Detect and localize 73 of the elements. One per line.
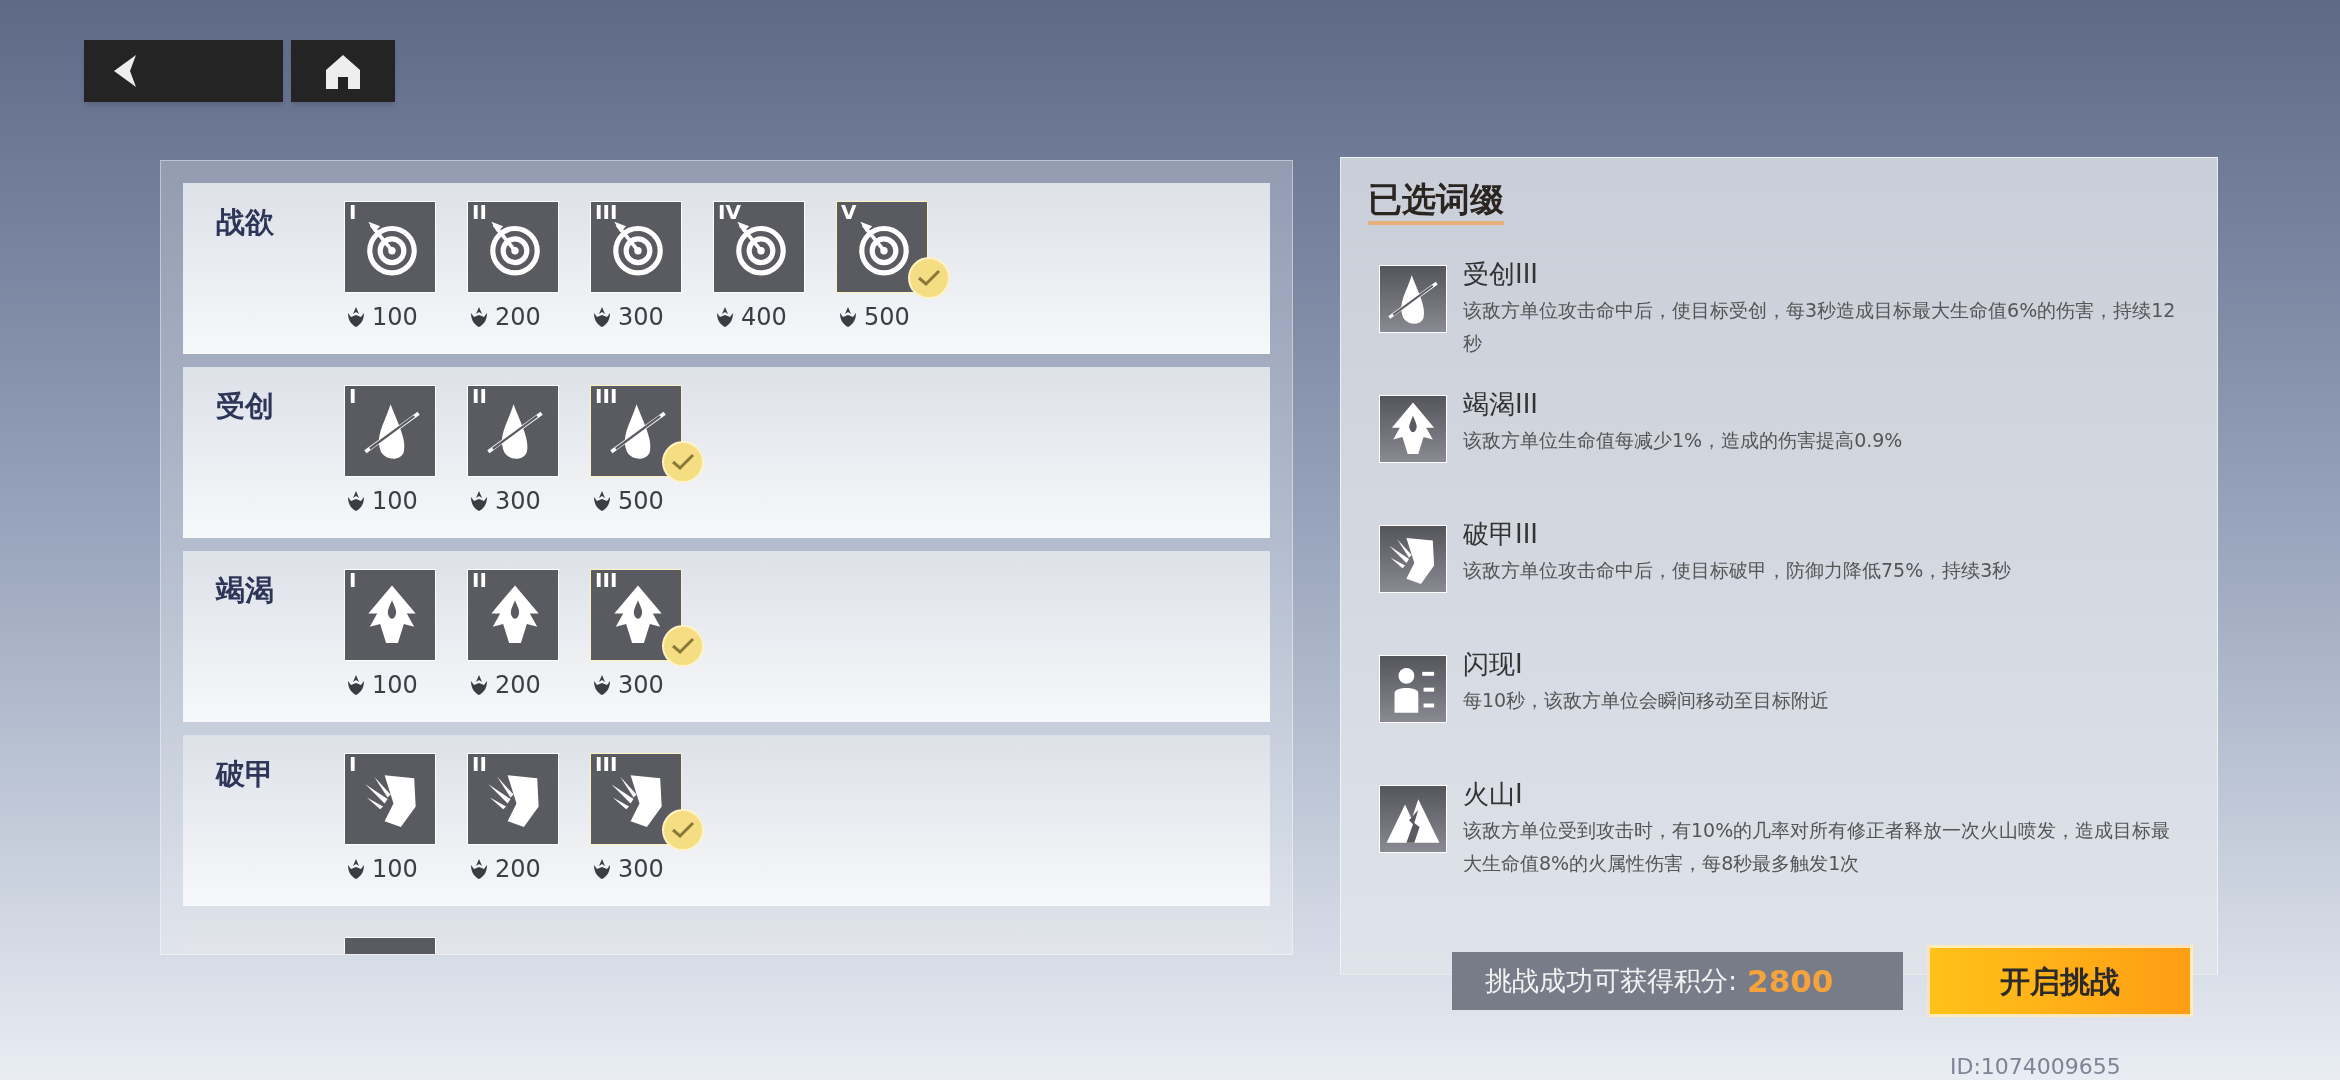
tier-cost: 500 bbox=[618, 486, 664, 517]
affix-tier-button[interactable]: I bbox=[344, 753, 436, 845]
affix-description: 每10秒，该敌方单位会瞬间移动至目标附近 bbox=[1463, 687, 1831, 713]
home-icon[interactable] bbox=[324, 53, 362, 89]
check-icon bbox=[662, 441, 704, 483]
affix-tier-button[interactable]: IV bbox=[713, 201, 805, 293]
tier-numeral: I bbox=[349, 386, 357, 406]
tier-numeral: III bbox=[595, 386, 618, 406]
affix-tier-button[interactable]: V bbox=[836, 201, 928, 293]
affix-tier-button[interactable]: II bbox=[467, 385, 559, 477]
tier-numeral: II bbox=[472, 754, 487, 774]
check-icon bbox=[662, 809, 704, 851]
tier-numeral: III bbox=[595, 570, 618, 590]
affix-tier-button[interactable]: III bbox=[590, 201, 682, 293]
affix-title: 受创III bbox=[1463, 257, 1539, 291]
affix-name: 破甲 bbox=[216, 757, 274, 791]
affix-tier-button[interactable]: III bbox=[590, 569, 682, 661]
check-icon bbox=[662, 625, 704, 667]
reward-label: 挑战成功可获得积分: bbox=[1485, 963, 1738, 998]
tier-numeral: V bbox=[841, 202, 857, 222]
tier-cost: 200 bbox=[495, 854, 541, 885]
affix-tier-button[interactable]: III bbox=[590, 753, 682, 845]
affix-description: 该敌方单位攻击命中后，使目标受创，每3秒造成目标最大生命值6%的伤害，持续12秒 bbox=[1463, 297, 2177, 356]
affix-tier-button[interactable]: I bbox=[344, 385, 436, 477]
affix-tier-button[interactable]: II bbox=[467, 569, 559, 661]
affix-tier-button[interactable]: I bbox=[344, 569, 436, 661]
start-challenge-button[interactable]: 开启挑战 bbox=[1927, 945, 2193, 1017]
back-arrow-icon[interactable] bbox=[112, 53, 138, 89]
tier-cost: 300 bbox=[618, 670, 664, 701]
tier-cost: 300 bbox=[618, 302, 664, 333]
mountains-icon bbox=[1379, 784, 1447, 853]
tier-numeral: IV bbox=[718, 202, 741, 222]
wound-icon bbox=[1379, 264, 1447, 333]
affix-name: 受创 bbox=[216, 389, 274, 423]
tier-numeral: I bbox=[349, 202, 357, 222]
panel-title: 已选词缀 bbox=[1368, 178, 1504, 225]
affix-description: 该敌方单位受到攻击时，有10%的几率对所有修正者释放一次火山喷发，造成目标最大生命值8%的火属性伤害，每8秒最多触发1次 bbox=[1463, 817, 2172, 876]
tier-cost: 200 bbox=[495, 670, 541, 701]
affix-name: 战欲 bbox=[216, 205, 274, 239]
affix-title: 破甲III bbox=[1463, 517, 1539, 551]
tier-numeral: III bbox=[595, 202, 618, 222]
tier-numeral: II bbox=[472, 570, 487, 590]
affix-description: 该敌方单位攻击命中后，使目标破甲，防御力降低75%，持续3秒 bbox=[1463, 557, 2013, 583]
tier-cost: 200 bbox=[495, 302, 541, 333]
home-button[interactable] bbox=[291, 40, 395, 102]
affix-tier-button[interactable]: III bbox=[590, 385, 682, 477]
tier-cost: 300 bbox=[495, 486, 541, 517]
tier-cost: 100 bbox=[372, 670, 418, 701]
tier-numeral: II bbox=[472, 202, 487, 222]
affix-tier-button[interactable]: I bbox=[344, 201, 436, 293]
cracked-shield-icon bbox=[1379, 524, 1447, 593]
affix-name: 竭渴 bbox=[216, 573, 274, 607]
spade-drop-icon bbox=[1379, 394, 1447, 463]
tier-cost: 100 bbox=[372, 854, 418, 885]
tier-numeral: II bbox=[472, 386, 487, 406]
affix-title: 竭渴III bbox=[1463, 387, 1539, 421]
affix-tier-button[interactable]: II bbox=[467, 201, 559, 293]
affix-title: 闪现I bbox=[1463, 647, 1524, 681]
back-button[interactable] bbox=[84, 40, 283, 102]
tier-cost: 500 bbox=[864, 302, 910, 333]
affix-title: 火山I bbox=[1463, 777, 1524, 811]
affix-description: 该敌方单位生命值每减少1%，造成的伤害提高0.9% bbox=[1463, 427, 1904, 453]
tier-cost: 400 bbox=[741, 302, 787, 333]
tier-cost: 100 bbox=[372, 486, 418, 517]
reward-points: 2800 bbox=[1747, 961, 1834, 1001]
tier-numeral: I bbox=[349, 570, 357, 590]
affix-tier-button[interactable]: II bbox=[467, 753, 559, 845]
tier-cost: 300 bbox=[618, 854, 664, 885]
tier-cost: 100 bbox=[372, 302, 418, 333]
player-id: ID:1074009655 bbox=[1950, 1053, 2121, 1080]
tier-numeral: III bbox=[595, 754, 618, 774]
check-icon bbox=[908, 257, 950, 299]
tier-numeral: I bbox=[349, 754, 357, 774]
